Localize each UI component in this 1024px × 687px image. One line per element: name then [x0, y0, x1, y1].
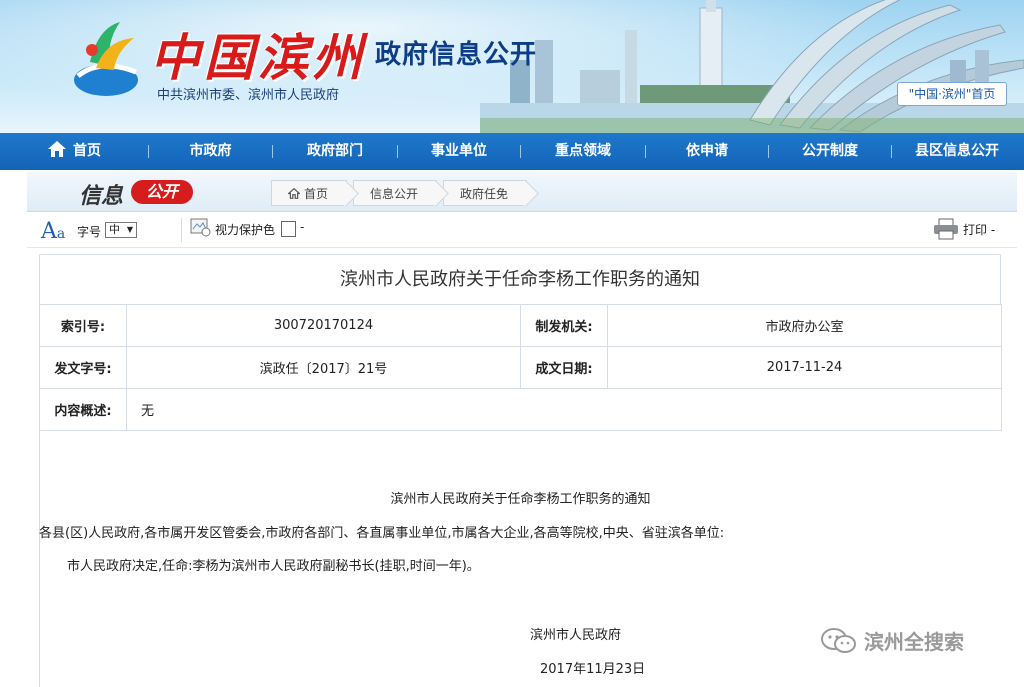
breadcrumb-appointments[interactable]: 政府任免	[443, 180, 528, 206]
date-value: 2017-11-24	[607, 346, 1002, 389]
wechat-icon	[821, 627, 856, 653]
breadcrumb: 首页 信息公开 政府任免	[271, 180, 533, 206]
article-addressees: 各县(区)人民政府,各市属开发区管委会,市政府各部门、各直属事业单位,市属各大企…	[39, 526, 725, 541]
nav-item-departments[interactable]: 政府部门	[273, 133, 397, 170]
nav-item-application[interactable]: 依申请	[646, 133, 768, 170]
nav-item-home[interactable]: 首页	[0, 133, 148, 170]
sub-header: 信息 公开 首页 信息公开 政府任免	[27, 172, 1017, 212]
font-size-icon: Aa	[41, 219, 66, 244]
header-banner: 中国滨州 中共滨州市委、滨州市人民政府 政府信息公开 "中国·滨州"首页	[0, 0, 1024, 133]
main-nav: 首页 市政府 政府部门 事业单位 重点领域 依申请 公开制度 县区信息公开	[0, 133, 1024, 170]
section-title: 政府信息公开	[375, 40, 538, 70]
document-meta-table: 索引号: 300720170124 制发机关: 市政府办公室 发文字号: 滨政任…	[39, 304, 1002, 431]
eye-protection-label: 视力保护色	[215, 223, 276, 237]
table-row: 内容概述: 无	[39, 388, 1002, 431]
nav-item-county-info[interactable]: 县区信息公开	[892, 133, 1022, 170]
docno-label: 发文字号:	[39, 346, 127, 389]
article-title: 滨州市人民政府关于任命李杨工作职务的通知	[390, 492, 651, 507]
article-date: 2017年11月23日	[540, 662, 646, 677]
summary-value: 无	[126, 388, 1002, 431]
print-button[interactable]: 打印 -	[963, 221, 995, 238]
table-row: 发文字号: 滨政任〔2017〕21号 成文日期: 2017-11-24	[39, 346, 1002, 389]
nav-item-disclosure-rules[interactable]: 公开制度	[769, 133, 891, 170]
nav-item-institutions[interactable]: 事业单位	[398, 133, 520, 170]
logo-subtitle: 中共滨州市委、滨州市人民政府	[157, 88, 340, 103]
article-signature: 滨州市人民政府	[530, 628, 622, 643]
document-title: 滨州市人民政府关于任命李杨工作职务的通知	[39, 254, 1001, 304]
info-logo-badge: 公开	[131, 180, 193, 204]
eye-protection-dropdown[interactable]: -	[300, 220, 304, 234]
font-size-value: 中	[109, 223, 120, 236]
home-icon	[48, 141, 66, 157]
nav-item-city-gov[interactable]: 市政府	[149, 133, 272, 170]
breadcrumb-info-disclosure[interactable]: 信息公开	[353, 180, 438, 206]
binzhou-emblem-icon	[74, 22, 138, 96]
document-panel: 滨州市人民政府关于任命李杨工作职务的通知 索引号: 300720170124 制…	[39, 254, 1002, 431]
eye-protection-icon	[190, 218, 211, 237]
date-label: 成文日期:	[520, 346, 608, 389]
issuer-value: 市政府办公室	[607, 304, 1002, 347]
font-size-select[interactable]: 中 ▼	[105, 222, 137, 238]
breadcrumb-label: 首页	[304, 187, 329, 201]
watermark-text: 滨州全搜索	[864, 630, 964, 654]
chevron-down-icon: ▼	[126, 225, 133, 234]
font-size-label: 字号	[77, 225, 102, 239]
nav-item-key-areas[interactable]: 重点领域	[521, 133, 645, 170]
info-logo-text: 信息	[79, 183, 124, 209]
watermark: 滨州全搜索	[820, 626, 964, 655]
breadcrumb-home[interactable]: 首页	[271, 180, 348, 206]
printer-icon[interactable]	[933, 218, 959, 240]
table-row: 索引号: 300720170124 制发机关: 市政府办公室	[39, 304, 1002, 347]
index-value: 300720170124	[126, 304, 521, 347]
home-icon	[287, 187, 301, 199]
summary-label: 内容概述:	[39, 388, 127, 431]
docno-value: 滨政任〔2017〕21号	[126, 346, 521, 389]
article-paragraph: 市人民政府决定,任命:李杨为滨州市人民政府副秘书长(挂职,时间一年)。	[67, 559, 480, 574]
toolbar-divider	[181, 218, 182, 242]
index-label: 索引号:	[39, 304, 127, 347]
portal-home-link[interactable]: "中国·滨州"首页	[897, 82, 1007, 106]
reading-toolbar: Aa 字号 中 ▼ 视力保护色 - 打印 -	[27, 212, 1017, 248]
city-skyline-image	[480, 0, 1024, 133]
eye-protection-color-swatch[interactable]	[281, 221, 296, 237]
issuer-label: 制发机关:	[520, 304, 608, 347]
logo-text: 中国滨州	[150, 28, 366, 87]
nav-label: 首页	[73, 143, 101, 159]
